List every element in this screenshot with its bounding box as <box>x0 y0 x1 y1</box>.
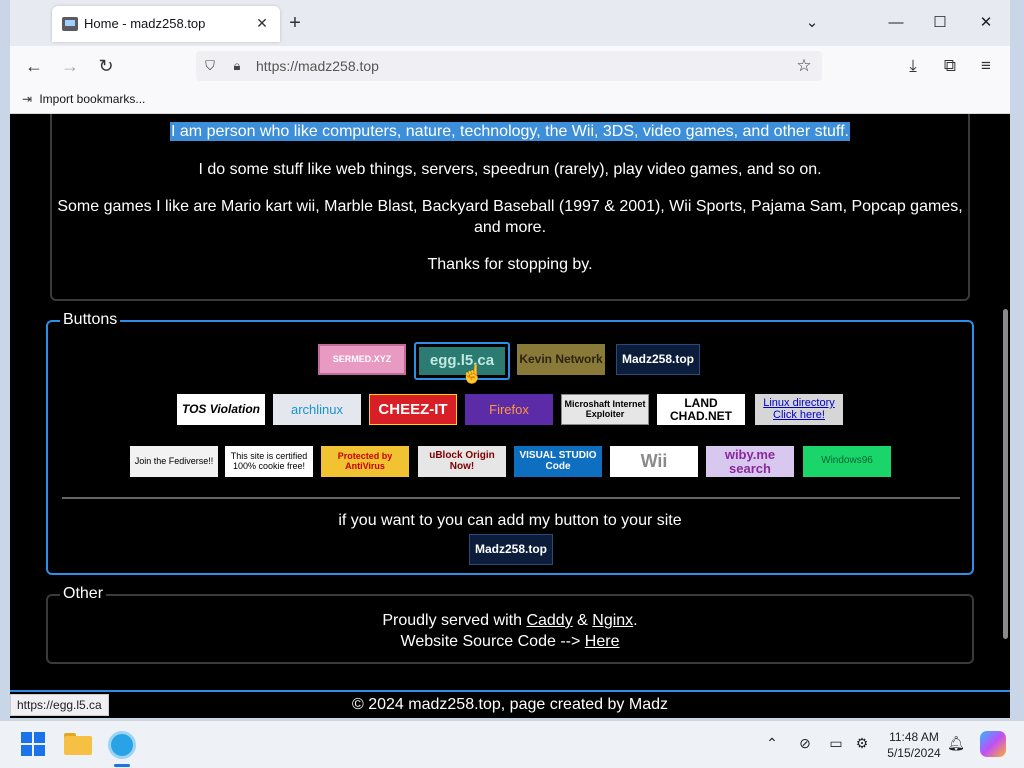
import-icon: ⇥ <box>22 92 33 106</box>
network-icon[interactable]: ⊘ <box>795 735 815 752</box>
about-line-3a: Some games I like are Mario kart wii, Ma… <box>57 198 963 215</box>
tracking-shield-icon[interactable]: ⛉ <box>202 58 218 74</box>
about-line-2: I do some stuff like web things, servers… <box>198 161 822 178</box>
close-window-button[interactable]: ✕ <box>972 10 1000 36</box>
browser-app-icon[interactable] <box>106 729 138 761</box>
new-tab-button[interactable]: + <box>284 12 306 34</box>
site-favicon-icon <box>62 17 78 31</box>
show-hidden-icons-chevron-icon[interactable]: ⌃ <box>762 735 782 752</box>
button-badge-internet-exploiter[interactable]: Microshaft Internet Exploiter <box>561 394 649 425</box>
button-badge-archlinux[interactable]: archlinux <box>273 394 361 425</box>
notification-bell-icon[interactable]: 🔔︎ <box>946 735 966 752</box>
cursor-hand-icon: ☝ <box>461 364 484 384</box>
maximize-button[interactable]: ☐ <box>926 10 954 36</box>
other-legend: Other <box>60 585 107 603</box>
amp-text: & <box>577 612 588 629</box>
address-bar[interactable]: ⛉ 🔒︎ ☆ <box>196 51 822 81</box>
caddy-link[interactable]: Caddy <box>526 612 572 629</box>
reload-button[interactable]: ↻ <box>93 54 119 78</box>
list-tabs-icon[interactable]: ⌄ <box>798 10 826 36</box>
display-icon[interactable]: ▭ <box>826 735 846 752</box>
extensions-icon[interactable]: ⧉ <box>937 54 963 78</box>
buttons-legend: Buttons <box>60 311 121 329</box>
served-with-line: Proudly served with Caddy & Nginx. <box>48 612 972 630</box>
copilot-icon[interactable] <box>980 731 1006 757</box>
button-badge-fediverse[interactable]: Join the Fediverse!! <box>130 446 218 477</box>
tab-home[interactable]: Home - madz258.top ✕ <box>52 6 280 42</box>
lock-icon[interactable]: 🔒︎ <box>230 58 244 74</box>
about-line-3b: and more. <box>473 219 547 236</box>
button-badge-wii[interactable]: Wii <box>610 446 698 477</box>
button-badge-madz258[interactable]: Madz258.top <box>616 344 700 375</box>
bookmarks-toolbar: ⇥ Import bookmarks... <box>10 86 1010 114</box>
status-link-preview: https://egg.l5.ca <box>10 694 109 716</box>
page-viewport: I am person who like computers, nature, … <box>10 114 1010 718</box>
button-badge-wiby[interactable]: wiby.me search <box>706 446 794 477</box>
taskbar: ⌃ ⊘ ▭ ⚙ 11:48 AM 5/15/2024 🔔︎ <box>0 720 1024 768</box>
page-scrollbar[interactable] <box>1003 309 1008 639</box>
import-bookmarks-item[interactable]: ⇥ Import bookmarks... <box>22 92 145 106</box>
button-badge-ublock[interactable]: uBlock Origin Now! <box>418 446 506 477</box>
footer-text: © 2024 madz258.top, page created by Madz <box>352 696 668 713</box>
url-input[interactable] <box>256 57 776 75</box>
button-badge-cookie-free[interactable]: This site is certified 100% cookie free! <box>225 446 313 477</box>
button-badge-kevin-network[interactable]: Kevin Network <box>517 344 605 375</box>
forward-button[interactable]: → <box>57 54 83 78</box>
other-section: Other Proudly served with Caddy & Nginx.… <box>46 585 974 664</box>
source-code-link[interactable]: Here <box>585 633 620 650</box>
period-text: . <box>633 612 638 629</box>
import-bookmarks-label: Import bookmarks... <box>39 92 146 106</box>
button-badge-firefox[interactable]: Firefox <box>465 394 553 425</box>
active-app-indicator <box>114 764 130 767</box>
button-badge-vscode[interactable]: VISUAL STUDIO Code <box>514 446 602 477</box>
tab-close-icon[interactable]: ✕ <box>252 13 272 33</box>
buttons-section: Buttons SERMED.XYZ egg.l5.ca Kevin Netwo… <box>46 311 974 575</box>
menu-icon[interactable]: ≡ <box>973 54 999 78</box>
clock-time: 11:48 AM <box>889 730 939 744</box>
start-windows-icon[interactable] <box>18 729 50 761</box>
button-badge-sermed[interactable]: SERMED.XYZ <box>318 344 406 375</box>
settings-sync-icon[interactable]: ⚙ <box>852 735 872 752</box>
own-button-badge[interactable]: Madz258.top <box>469 534 553 565</box>
clock-date: 5/15/2024 <box>887 746 941 760</box>
button-badge-landchad[interactable]: LAND CHAD.NET <box>657 394 745 425</box>
add-button-text: if you want to you can add my button to … <box>338 512 682 529</box>
system-clock[interactable]: 11:48 AM 5/15/2024 <box>876 729 952 761</box>
source-code-line: Website Source Code --> Here <box>48 633 972 651</box>
button-badge-antivirus[interactable]: Protected by AntiVirus <box>321 446 409 477</box>
tab-strip: Home - madz258.top ✕ + ⌄ — ☐ ✕ <box>10 0 1010 46</box>
file-explorer-icon[interactable] <box>62 729 94 761</box>
bookmark-star-icon[interactable]: ☆ <box>794 56 814 76</box>
navigation-toolbar: ← → ↻ ⛉ 🔒︎ ☆ ⤓ ⧉ ≡ <box>10 46 1010 86</box>
minimize-button[interactable]: — <box>882 10 910 36</box>
back-button[interactable]: ← <box>21 54 47 78</box>
source-prefix: Website Source Code --> <box>400 633 581 650</box>
about-line-4: Thanks for stopping by. <box>427 256 593 273</box>
about-section: I am person who like computers, nature, … <box>50 114 970 301</box>
footer-divider <box>10 690 1010 692</box>
served-prefix: Proudly served with <box>382 612 522 629</box>
section-divider <box>62 497 960 499</box>
nginx-link[interactable]: Nginx <box>592 612 633 629</box>
tab-title: Home - madz258.top <box>84 16 206 31</box>
button-badge-cheezit[interactable]: CHEEZ-IT <box>369 394 457 425</box>
about-line-1: I am person who like computers, nature, … <box>170 122 850 141</box>
button-badge-tos-violation[interactable]: TOS Violation <box>177 394 265 425</box>
button-badge-linux-directory[interactable]: Linux directory Click here! <box>755 394 843 425</box>
button-badge-windows96[interactable]: Windows96 <box>803 446 891 477</box>
downloads-icon[interactable]: ⤓ <box>900 54 926 78</box>
